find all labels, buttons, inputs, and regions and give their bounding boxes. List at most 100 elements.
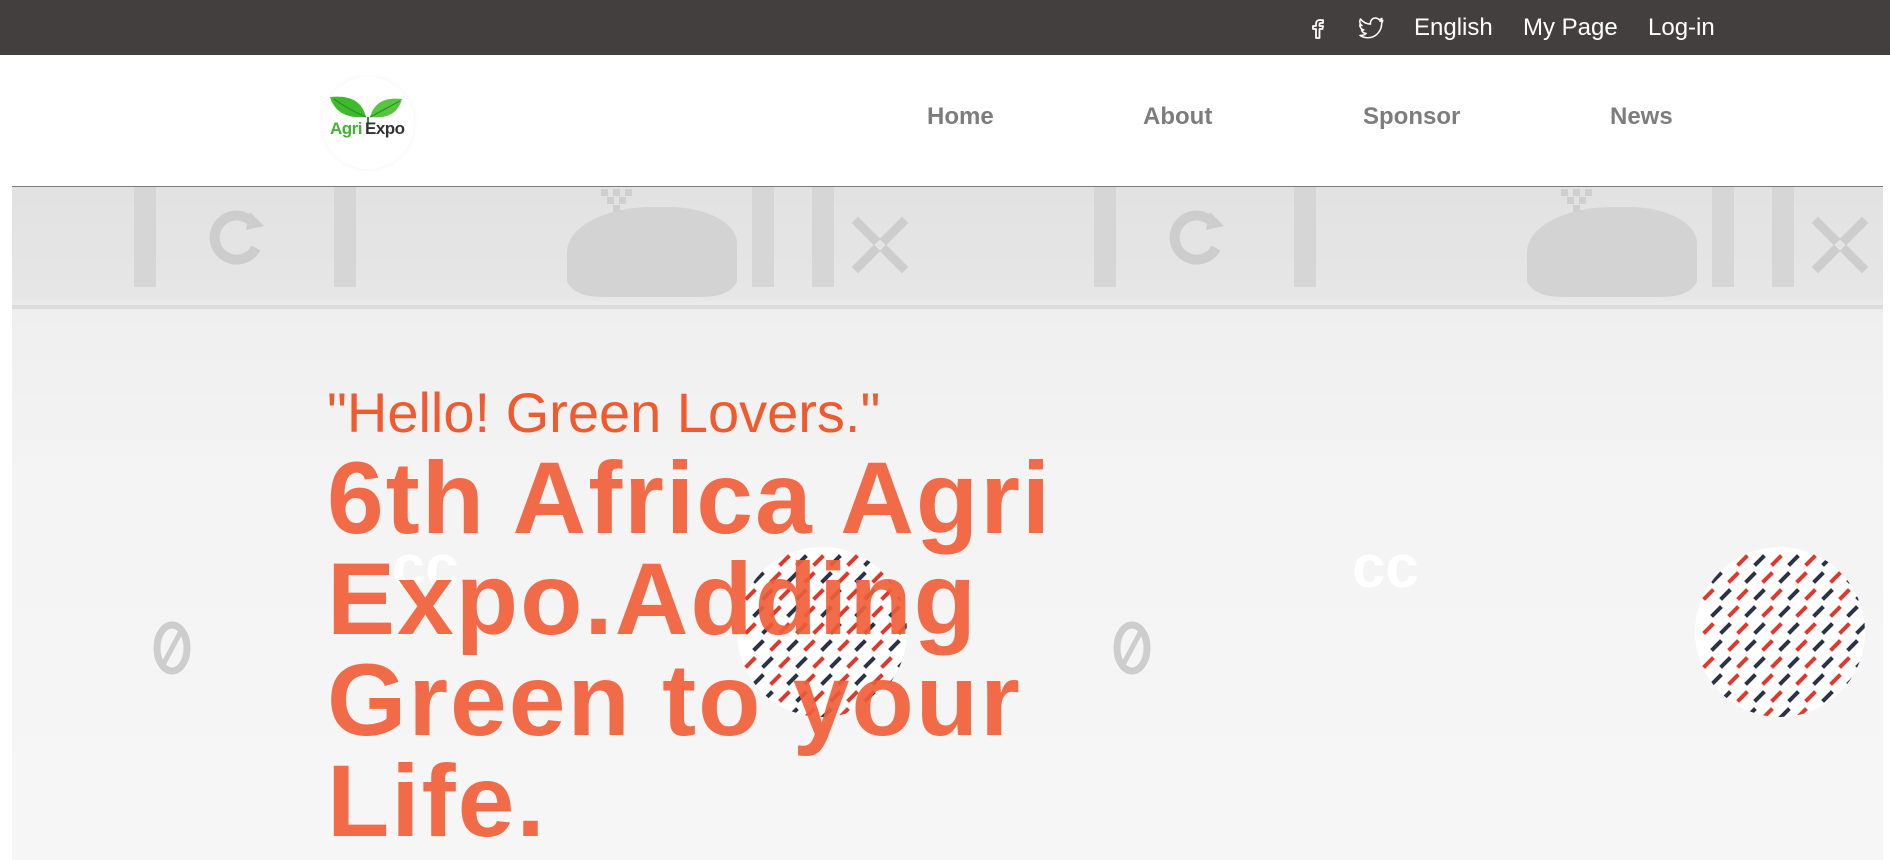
pattern-dash (1795, 639, 1808, 652)
pattern-dash (1795, 673, 1808, 686)
facebook-icon (1310, 16, 1326, 40)
pattern-dash (1753, 588, 1766, 601)
pattern-dash (1736, 656, 1749, 669)
pattern-dash (1761, 673, 1774, 686)
pattern-dash (1846, 639, 1859, 652)
zero-glyph-icon (153, 621, 191, 675)
cross-glyph-icon (852, 217, 908, 273)
pattern-dash (1795, 605, 1808, 618)
pattern-dash (1821, 656, 1834, 669)
pattern-dash (1787, 554, 1800, 567)
pattern-dash (1727, 571, 1740, 584)
dot-pattern-circle (1695, 547, 1865, 717)
nav-sponsor[interactable]: Sponsor (1363, 103, 1460, 131)
pattern-dash (1727, 639, 1740, 652)
twitter-link[interactable] (1359, 0, 1385, 55)
pattern-dash (1829, 571, 1842, 584)
pattern-dash (1710, 605, 1723, 618)
cross-glyph-icon (1812, 217, 1868, 273)
hero-greeting: "Hello! Green Lovers." (327, 381, 881, 444)
pattern-dash (1744, 571, 1757, 584)
pattern-dash (1778, 707, 1791, 717)
pattern-dash (1719, 622, 1732, 635)
pattern-dash (1838, 622, 1851, 635)
pattern-dash (1787, 690, 1800, 703)
pattern-dash (1736, 588, 1749, 601)
pattern-dash (1804, 690, 1817, 703)
pattern-dash (1778, 639, 1791, 652)
pattern-dash (1812, 605, 1825, 618)
logo-wordmark: Agri Expo (330, 119, 405, 139)
pattern-dash (1753, 554, 1766, 567)
language-selector[interactable]: English (1414, 0, 1493, 55)
pattern-dash (1821, 690, 1834, 703)
hero-title: 6th Africa Agri Expo.Adding Green to you… (327, 441, 1053, 858)
pattern-dash (1787, 656, 1800, 669)
pattern-dash (1838, 656, 1851, 669)
pattern-dash (1753, 656, 1766, 669)
pattern-dash (1778, 605, 1791, 618)
twitter-icon (1359, 16, 1385, 39)
pattern-dash (1770, 690, 1783, 703)
pattern-dash (1702, 622, 1715, 635)
pattern-dash (1778, 673, 1791, 686)
login-link[interactable]: Log-in (1648, 0, 1715, 55)
pattern-dash (1812, 673, 1825, 686)
cc-glyph: cc (1352, 533, 1419, 600)
pattern-dash (1710, 639, 1723, 652)
pattern-dash (1821, 622, 1834, 635)
pattern-dash (1846, 605, 1859, 618)
pattern-dash (1727, 605, 1740, 618)
pattern-dash (1795, 571, 1808, 584)
site-header: Agri Expo Home About Sponsor News (0, 55, 1890, 187)
pixel-glyph-icon (601, 189, 632, 212)
pattern-dash (1829, 639, 1842, 652)
pattern-dash (1719, 588, 1732, 601)
pattern-dash (1829, 605, 1842, 618)
pattern-dash (1770, 656, 1783, 669)
pattern-dash (1804, 554, 1817, 567)
pattern-dash (1829, 673, 1842, 686)
pattern-dash (1736, 690, 1749, 703)
pattern-dash (1812, 639, 1825, 652)
pattern-dash (1787, 588, 1800, 601)
pattern-dash (1719, 656, 1732, 669)
pattern-dash (1753, 690, 1766, 703)
pattern-dash (1761, 605, 1774, 618)
pattern-dash (1770, 588, 1783, 601)
pattern-dash (1812, 571, 1825, 584)
nav-news[interactable]: News (1610, 103, 1673, 131)
pattern-dash (1727, 673, 1740, 686)
pattern-dash (1804, 622, 1817, 635)
refresh-glyph-icon (209, 210, 264, 265)
pattern-dash (1736, 622, 1749, 635)
facebook-link[interactable] (1310, 0, 1326, 55)
pattern-dash (1804, 588, 1817, 601)
pattern-dash (1838, 588, 1851, 601)
pattern-dash (1804, 656, 1817, 669)
pattern-dash (1736, 554, 1749, 567)
pattern-dash (1744, 673, 1757, 686)
pattern-dash (1702, 656, 1715, 669)
pattern-dash (1770, 554, 1783, 567)
logo-word-agri: Agri (330, 119, 363, 138)
pattern-dash (1761, 639, 1774, 652)
pattern-dash (1787, 622, 1800, 635)
pattern-dash (1702, 588, 1715, 601)
pattern-dash (1761, 571, 1774, 584)
pattern-dash (1744, 639, 1757, 652)
pattern-dash (1821, 588, 1834, 601)
pixel-glyph-icon (1561, 189, 1592, 212)
top-utility-bar: English My Page Log-in (0, 0, 1890, 55)
refresh-glyph-icon (1169, 210, 1224, 265)
nav-home[interactable]: Home (927, 103, 994, 131)
pattern-dash (1710, 673, 1723, 686)
my-page-link[interactable]: My Page (1523, 0, 1618, 55)
pattern-dash (1744, 605, 1757, 618)
pattern-dash (1778, 571, 1791, 584)
pattern-dash (1753, 622, 1766, 635)
logo-word-expo: Expo (365, 119, 405, 138)
pattern-dash (1855, 622, 1865, 635)
pattern-dash (1770, 622, 1783, 635)
nav-about[interactable]: About (1143, 103, 1212, 131)
